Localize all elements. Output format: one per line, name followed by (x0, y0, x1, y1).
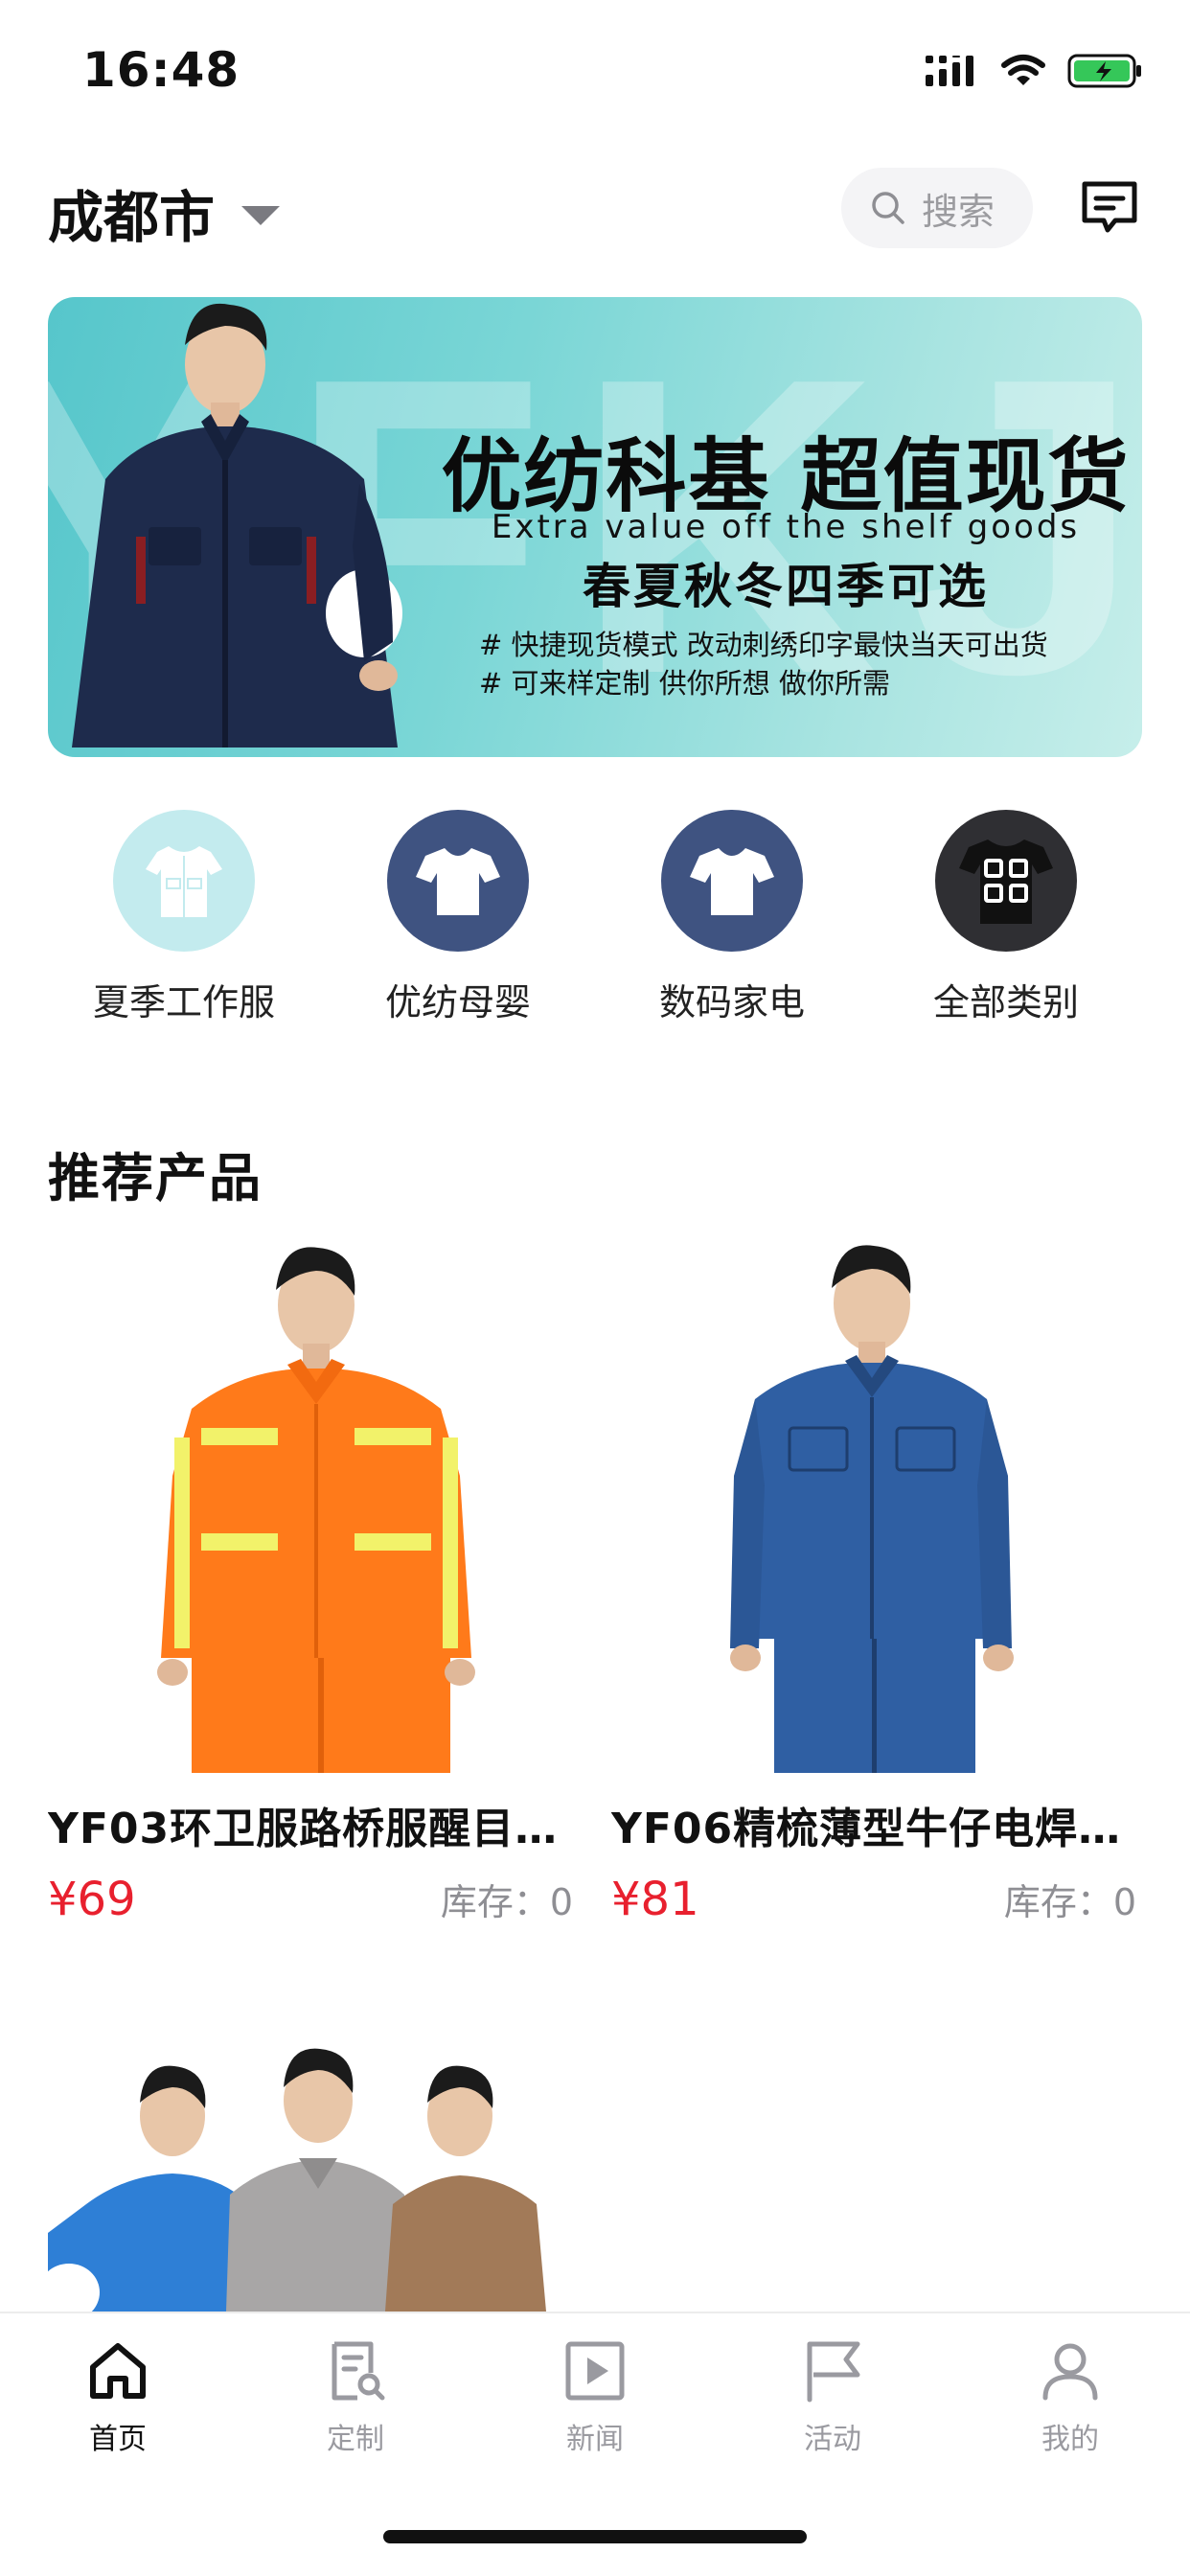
category-maternal-infant[interactable]: 优纺母婴 (333, 810, 583, 1025)
category-all[interactable]: 全部类别 (881, 810, 1131, 1025)
product-card[interactable]: YF03环卫服路桥服醒目反光条工作服 ¥69 库存：0 (48, 1236, 584, 1926)
tab-label: 我的 (1041, 2423, 1099, 2456)
banner-feature-2: # 可来样定制 供你所想 做你所需 (479, 667, 890, 700)
play-icon (565, 2341, 625, 2401)
banner-model-image (72, 303, 402, 748)
home-icon (90, 2343, 146, 2399)
product-stock: 库存：0 (440, 1881, 573, 1923)
status-time: 16:48 (82, 42, 240, 98)
tab-profile[interactable]: 我的 (974, 2338, 1166, 2457)
grid-icon (935, 810, 1077, 952)
status-bar: 16:48 (0, 0, 1190, 144)
battery-icon (1067, 54, 1141, 88)
product-price: ¥69 (48, 1873, 136, 1926)
product-image (48, 2048, 546, 2312)
shirt-icon (661, 810, 803, 952)
tab-custom[interactable]: 定制 (260, 2338, 451, 2457)
category-label: 数码家电 (658, 981, 805, 1024)
user-icon (1042, 2343, 1098, 2401)
shirt-icon (387, 810, 529, 952)
category-label: 全部类别 (932, 981, 1079, 1024)
category-row: 夏季工作服 优纺母婴 数码家电 全部类别 (0, 810, 1190, 1030)
wifi-icon (1001, 55, 1045, 85)
summer-shirt-icon (113, 810, 255, 952)
home-indicator (383, 2530, 807, 2543)
message-icon[interactable] (1079, 176, 1140, 238)
city-selector[interactable]: 成都市 (48, 172, 281, 253)
banner-subtitle: 春夏秋冬四季可选 (583, 559, 989, 614)
product-card[interactable] (48, 2041, 584, 2312)
tab-home[interactable]: 首页 (22, 2338, 214, 2457)
caret-down-icon (241, 206, 281, 225)
tab-label: 定制 (327, 2423, 384, 2456)
category-label: 夏季工作服 (92, 981, 275, 1024)
product-meta: ¥69 库存：0 (48, 1873, 584, 1926)
header: 成都市 搜索 (0, 153, 1190, 259)
tab-label: 活动 (804, 2423, 861, 2456)
product-name: YF03环卫服路桥服醒目反光条工作服 (48, 1805, 584, 1853)
product-meta: ¥81 库存：0 (611, 1873, 1148, 1926)
banner-feature-1: # 快捷现货模式 改动刺绣印字最快当天可出货 (479, 629, 1048, 661)
category-label: 优纺母婴 (384, 981, 531, 1024)
flag-icon (807, 2341, 860, 2403)
promo-banner[interactable]: YFKJ 优纺科基 超值现货 Extra value off the shelf… (48, 297, 1142, 757)
banner-title-en: Extra value off the shelf goods (491, 508, 1081, 546)
category-digital-appliance[interactable]: 数码家电 (607, 810, 857, 1025)
custom-doc-icon (332, 2341, 385, 2401)
category-summer-workwear[interactable]: 夏季工作服 (59, 810, 309, 1025)
product-price: ¥81 (611, 1873, 699, 1926)
product-name: YF06精梳薄型牛仔电焊工作服套装 (611, 1805, 1148, 1853)
tab-label: 新闻 (566, 2423, 624, 2456)
search-box[interactable]: 搜索 (841, 168, 1033, 248)
product-stock: 库存：0 (1003, 1881, 1136, 1923)
section-title: 推荐产品 (48, 1148, 263, 1208)
product-card[interactable]: YF06精梳薄型牛仔电焊工作服套装 ¥81 库存：0 (611, 1236, 1148, 1926)
signal-icon (926, 56, 973, 86)
product-image (48, 1236, 584, 1773)
search-placeholder: 搜索 (922, 190, 995, 233)
tab-label: 首页 (89, 2423, 147, 2456)
status-icons (926, 52, 1144, 90)
product-image (611, 1236, 1148, 1773)
search-icon (872, 192, 904, 224)
city-label: 成都市 (48, 185, 216, 250)
tab-activity[interactable]: 活动 (737, 2338, 928, 2457)
tab-news[interactable]: 新闻 (499, 2338, 691, 2457)
